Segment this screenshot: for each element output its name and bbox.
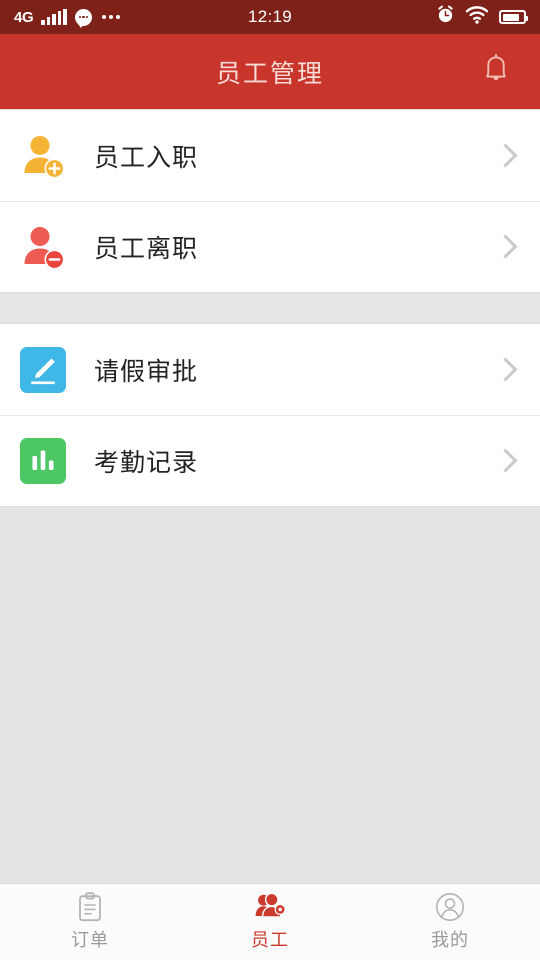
list-item-onboarding[interactable]: 员工入职 [0,110,540,201]
user-add-icon [16,129,70,183]
chevron-right-icon [493,357,518,382]
bottom-tab-bar: 订单 员工 我的 [0,883,540,960]
battery-icon [499,10,528,24]
list-group-attendance: 请假审批 考勤记录 [0,323,540,507]
chevron-right-icon [493,143,518,168]
chevron-right-icon [493,448,518,473]
alarm-clock-icon [436,5,455,29]
tab-label: 员工 [251,930,289,950]
list-item-label: 员工离职 [94,234,199,263]
tab-employees[interactable]: 员工 [180,884,360,960]
status-bar-right [436,5,528,29]
tab-label: 订单 [71,930,109,950]
list-item-label: 请假审批 [94,357,199,386]
group-separator [0,293,540,323]
list-item-attendance-record[interactable]: 考勤记录 [0,415,540,506]
chevron-right-icon [493,234,518,259]
page-header: 员工管理 [0,34,540,109]
tab-label: 我的 [431,930,469,950]
clipboard-icon [76,892,104,922]
user-remove-icon [16,220,70,274]
person-circle-icon [435,892,465,922]
wifi-icon [465,5,489,29]
list-item-resignation[interactable]: 员工离职 [0,201,540,292]
edit-pencil-icon [16,343,70,397]
app-root: 4G 12:19 员工管理 员工入职 员工离职 请假审批 考勤记录 订单 员工 … [0,0,540,960]
main-content: 员工入职 员工离职 请假审批 考勤记录 [0,109,540,883]
list-group-employment: 员工入职 员工离职 [0,109,540,293]
page-title: 员工管理 [215,59,324,88]
bar-chart-icon [16,434,70,488]
tab-orders[interactable]: 订单 [0,884,180,960]
people-gear-icon [254,892,286,922]
bell-icon [481,53,511,90]
list-item-leave-approval[interactable]: 请假审批 [0,324,540,415]
status-bar: 4G 12:19 [0,0,540,34]
tab-mine[interactable]: 我的 [360,884,540,960]
list-item-label: 考勤记录 [94,448,199,477]
list-item-label: 员工入职 [94,143,199,172]
notification-bell-button[interactable] [474,50,518,94]
